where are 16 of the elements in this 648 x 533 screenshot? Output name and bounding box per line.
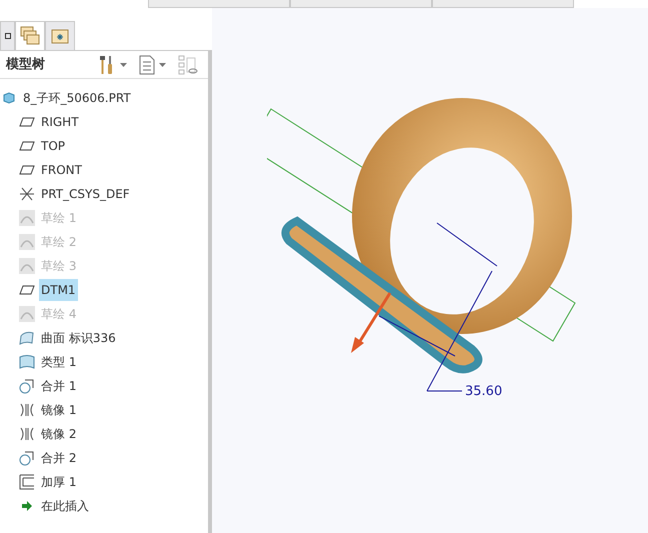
tree-item[interactable]: 类型 1 bbox=[39, 351, 78, 373]
panel-title: 模型树 bbox=[6, 56, 45, 74]
tree-item[interactable]: 8_子环_50606.PRT bbox=[21, 87, 133, 109]
tree-item[interactable]: 曲面 标识336 bbox=[39, 327, 118, 349]
tree-item[interactable]: 加厚 1 bbox=[39, 471, 78, 493]
dimension-value: 35.60 bbox=[465, 383, 502, 401]
tree-item[interactable]: 在此插入 bbox=[39, 495, 91, 517]
tree-item[interactable]: TOP bbox=[39, 135, 68, 157]
tree-item[interactable]: 镜像 1 bbox=[39, 399, 78, 421]
tree-item[interactable]: RIGHT bbox=[39, 111, 81, 133]
tree-item[interactable]: DTM1 bbox=[39, 279, 78, 301]
tree-item[interactable]: 镜像 2 bbox=[39, 423, 78, 445]
tree-item[interactable]: 合并 2 bbox=[39, 447, 78, 469]
tree-item[interactable]: PRT_CSYS_DEF bbox=[39, 183, 132, 205]
tree-item[interactable]: 合并 1 bbox=[39, 375, 78, 397]
tree-item[interactable]: FRONT bbox=[39, 159, 84, 181]
